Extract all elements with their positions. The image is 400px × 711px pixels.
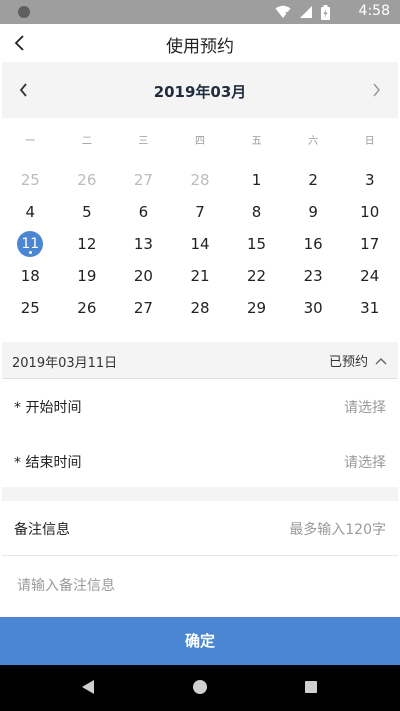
calendar-day[interactable]: 6 — [115, 196, 172, 228]
battery-icon — [321, 4, 330, 20]
calendar-day-prev-month: 27 — [133, 171, 153, 189]
page-title: 使用预约 — [166, 37, 234, 57]
status-bar: 4:58 — [0, 0, 400, 24]
nav-back-icon[interactable] — [82, 680, 94, 694]
calendar-day[interactable]: 5 — [59, 196, 116, 228]
wifi-icon — [275, 5, 291, 18]
calendar-day[interactable]: 8 — [228, 196, 285, 228]
reservation-status-label: 已预约 — [328, 355, 368, 370]
selected-day-number: 11 — [17, 231, 44, 257]
note-row: 备注信息 最多输入120字 — [2, 503, 398, 553]
calendar-day[interactable]: 3 — [341, 164, 398, 196]
calendar-day[interactable]: 24 — [341, 260, 398, 292]
calendar-day[interactable]: 19 — [59, 260, 116, 292]
calendar-day[interactable]: 15 — [228, 228, 285, 260]
month-navigation: 2019年03月 — [2, 62, 398, 118]
weekday-label: 一 — [25, 136, 36, 147]
notification-dot-icon — [18, 6, 30, 18]
calendar-day[interactable]: 23 — [285, 260, 342, 292]
section-divider — [2, 487, 398, 501]
calendar-day[interactable]: 2 — [285, 164, 342, 196]
note-input[interactable] — [2, 560, 398, 612]
calendar-day-prev-month: 28 — [190, 171, 210, 189]
calendar-day[interactable]: 10 — [341, 196, 398, 228]
system-nav-bar — [0, 665, 400, 711]
calendar-day[interactable]: 28 — [172, 292, 229, 324]
calendar-day[interactable]: 1 — [228, 164, 285, 196]
calendar-day[interactable]: 20 — [115, 260, 172, 292]
nav-recents-icon[interactable] — [305, 681, 317, 693]
chevron-right-icon — [373, 83, 380, 97]
end-time-row[interactable]: * 结束时间 请选择 — [2, 436, 398, 486]
calendar-day-selected[interactable]: 11 — [2, 228, 59, 260]
weekday-label: 三 — [138, 136, 149, 147]
weekday-label: 六 — [308, 136, 319, 147]
note-limit-hint: 最多输入120字 — [289, 522, 386, 538]
calendar-day-prev-month: 26 — [77, 171, 97, 189]
calendar-day[interactable]: 13 — [115, 228, 172, 260]
calendar-day[interactable]: 14 — [172, 228, 229, 260]
month-title: 2019年03月 — [153, 83, 247, 101]
calendar-day[interactable]: 18 — [2, 260, 59, 292]
calendar-day[interactable]: 17 — [341, 228, 398, 260]
calendar-day[interactable]: 22 — [228, 260, 285, 292]
end-time-picker[interactable]: 请选择 — [344, 452, 386, 472]
next-month-button[interactable] — [364, 78, 388, 102]
chevron-up-icon — [375, 357, 387, 364]
calendar-day[interactable]: 7 — [172, 196, 229, 228]
status-time: 4:58 — [358, 3, 390, 19]
calendar-day[interactable]: 30 — [285, 292, 342, 324]
start-time-label: * 开始时间 — [14, 400, 82, 416]
calendar-day-prev-month: 25 — [20, 171, 40, 189]
calendar-day[interactable]: 26 — [59, 292, 116, 324]
calendar-day[interactable]: 27 — [115, 292, 172, 324]
selected-date: 2019年03月11日 — [12, 356, 118, 371]
selected-date-bar[interactable]: 2019年03月11日 已预约 — [2, 342, 398, 379]
calendar-day[interactable]: 4 — [2, 196, 59, 228]
weekday-header: 一 二 三 四 五 六 日 — [2, 132, 398, 152]
calendar-day[interactable]: 16 — [285, 228, 342, 260]
calendar-day[interactable]: 9 — [285, 196, 342, 228]
reservation-status[interactable]: 已预约 — [329, 351, 388, 370]
calendar-days: 25 26 27 28 1 2 3 4 5 6 7 8 9 10 11 12 1… — [2, 164, 398, 324]
nav-home-icon[interactable] — [193, 680, 207, 694]
start-time-picker[interactable]: 请选择 — [344, 397, 386, 417]
calendar-day[interactable]: 25 — [2, 292, 59, 324]
note-label: 备注信息 — [14, 522, 70, 538]
start-time-row[interactable]: * 开始时间 请选择 — [2, 381, 398, 431]
confirm-button[interactable]: 确定 — [0, 617, 400, 665]
calendar-day[interactable]: 31 — [341, 292, 398, 324]
weekday-label: 二 — [81, 136, 92, 147]
calendar-day[interactable]: 29 — [228, 292, 285, 324]
calendar-day[interactable]: 12 — [59, 228, 116, 260]
weekday-label: 四 — [194, 136, 205, 147]
divider — [2, 555, 398, 556]
end-time-label: * 结束时间 — [14, 455, 82, 471]
weekday-label: 五 — [251, 136, 262, 147]
signal-icon — [300, 6, 312, 18]
status-icons — [275, 4, 330, 20]
calendar-day[interactable]: 21 — [172, 260, 229, 292]
weekday-label: 日 — [364, 136, 375, 147]
app-header: 使用预约 — [0, 24, 400, 62]
